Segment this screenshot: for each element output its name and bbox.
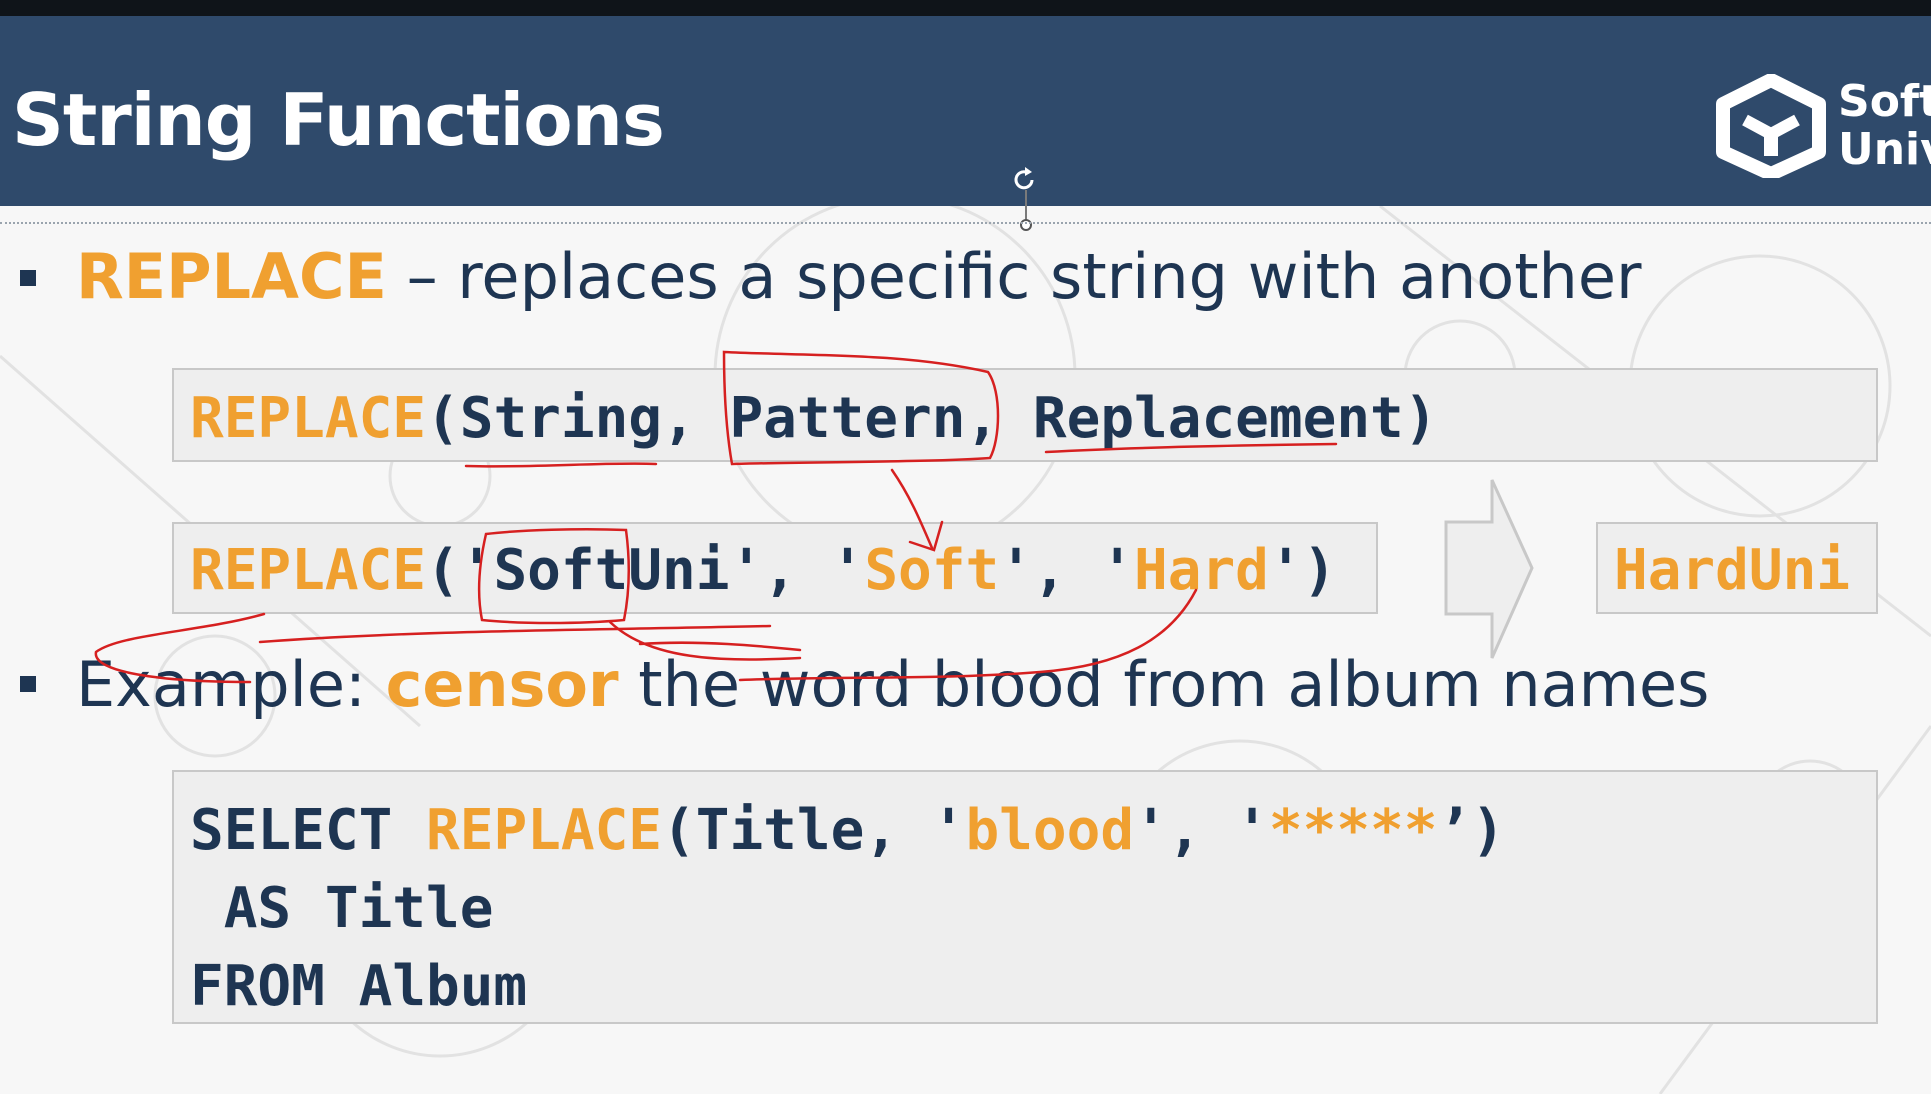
- query-code-box: SELECT REPLACE(Title, 'blood', '*****’) …: [172, 770, 1878, 1024]
- bullet-marker: [20, 676, 36, 692]
- keyword-censor: censor: [385, 648, 619, 721]
- syntax-arguments: (String, Pattern, Replacement): [426, 386, 1438, 451]
- query-function-name: REPLACE: [426, 798, 663, 863]
- query-args-close: ’): [1437, 798, 1505, 863]
- query-line-2: AS Title: [190, 876, 494, 941]
- query-line-1: SELECT REPLACE(Title, 'blood', '*****’): [190, 792, 1876, 870]
- example-description-text: the word blood from album names: [618, 648, 1710, 721]
- query-args-open: (Title, ': [662, 798, 966, 863]
- syntax-function-name: REPLACE: [190, 386, 427, 451]
- example-open: ('SoftUni', ': [426, 538, 865, 603]
- syntax-code-box: REPLACE(String, Pattern, Replacement): [172, 368, 1878, 462]
- query-line-3: FROM Album: [190, 954, 528, 1019]
- bullet-marker: [20, 270, 36, 286]
- replace-description-text: – replaces a specific string with anothe…: [386, 240, 1642, 313]
- logo-line-2: Univ: [1838, 124, 1931, 175]
- example-pattern: Soft: [864, 538, 1000, 603]
- keyword-replace: REPLACE: [76, 240, 387, 313]
- logo-wordmark: Soft Univ: [1838, 78, 1931, 174]
- example-close: '): [1268, 538, 1337, 603]
- right-arrow-icon: [1444, 479, 1534, 659]
- window-top-bar: [0, 0, 1931, 16]
- example-prefix: Example:: [76, 648, 386, 721]
- example-replacement: Hard: [1134, 538, 1269, 603]
- example-mid: ', ': [999, 538, 1135, 603]
- example-call-code-box: REPLACE('SoftUni', 'Soft', 'Hard'): [172, 522, 1378, 614]
- query-args-mid: ', ': [1134, 798, 1269, 863]
- slide-title: String Functions: [12, 78, 665, 162]
- selection-border: [0, 222, 1931, 224]
- bullet-example-description: Example: censor the word blood from albu…: [76, 648, 1709, 721]
- softuni-logo-icon: [1716, 74, 1826, 178]
- logo-line-1: Soft: [1838, 76, 1931, 127]
- query-select: SELECT: [190, 798, 427, 863]
- query-pattern: blood: [965, 798, 1135, 863]
- result-value: HardUni: [1614, 538, 1851, 603]
- query-replacement: *****: [1268, 798, 1438, 863]
- slide-header: String Functions Soft Univ: [0, 16, 1931, 206]
- example-function-name: REPLACE: [190, 538, 427, 603]
- result-code-box: HardUni: [1596, 522, 1878, 614]
- bullet-replace-description: REPLACE – replaces a specific string wit…: [76, 240, 1641, 313]
